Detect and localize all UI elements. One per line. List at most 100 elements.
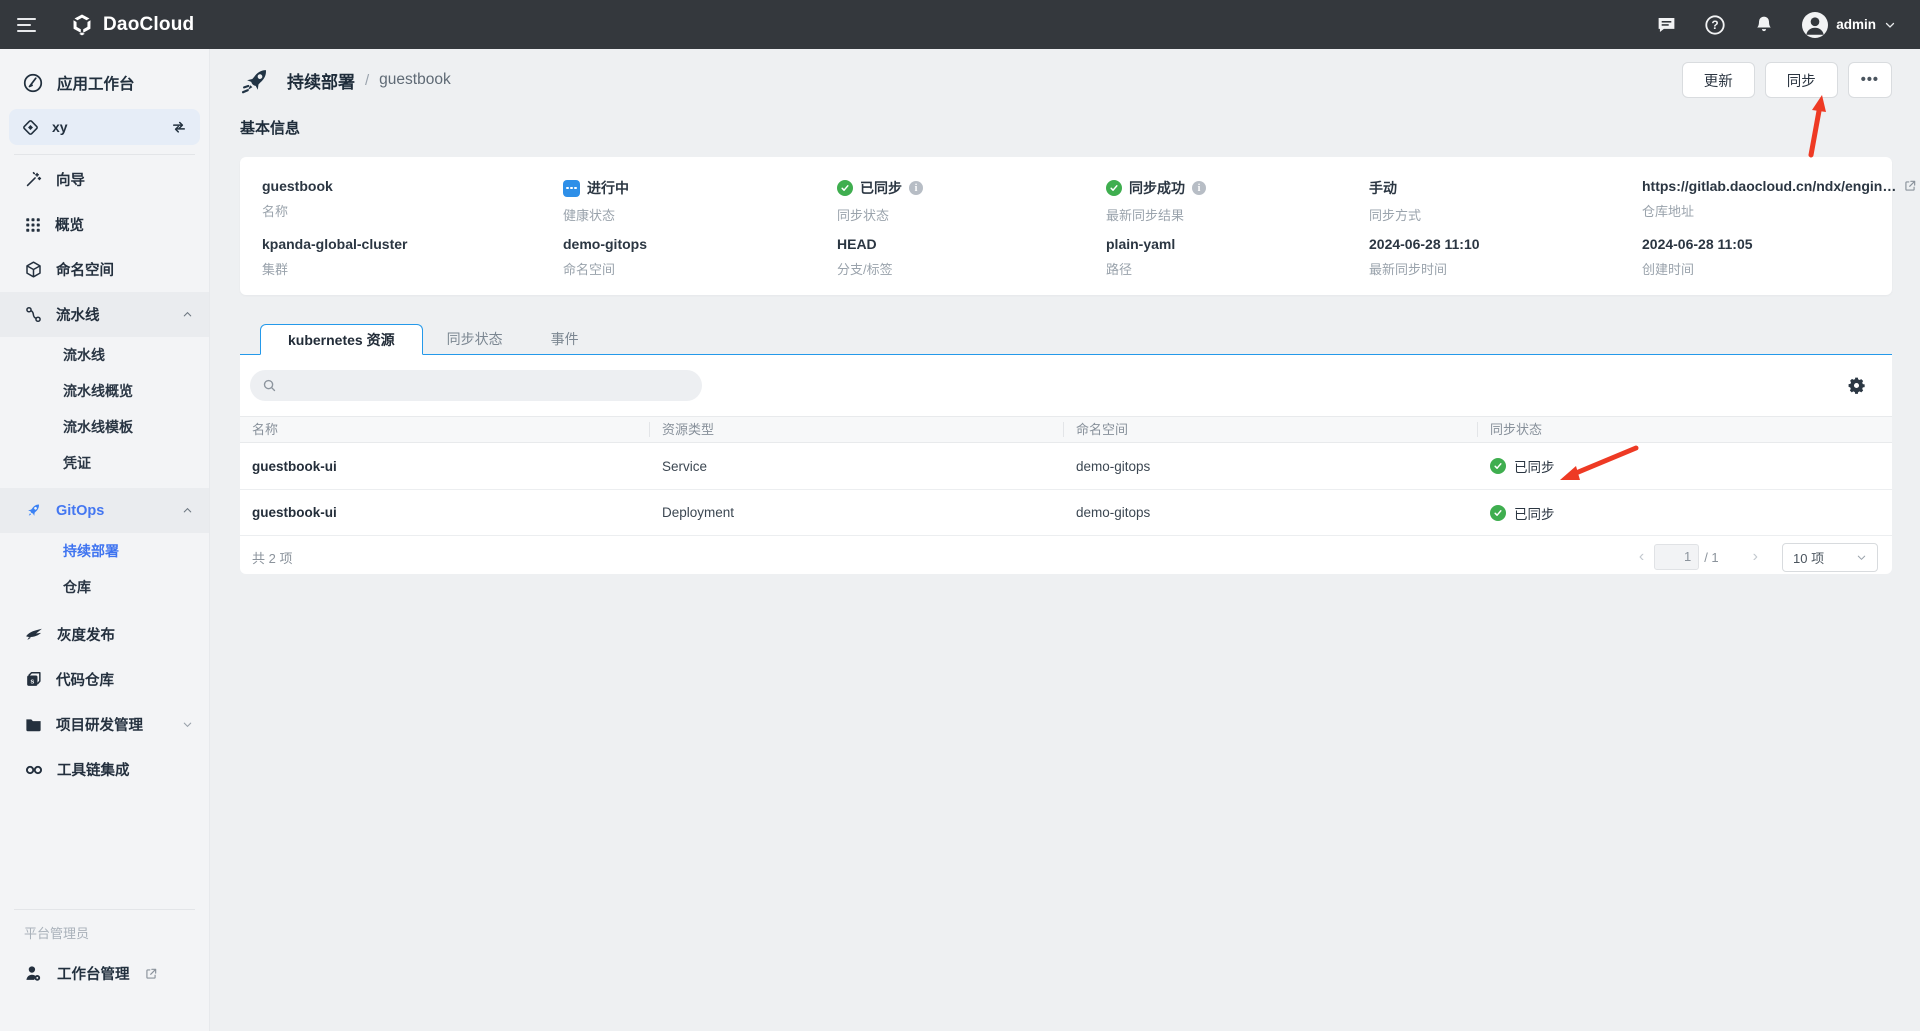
sidebar-item-pipeline[interactable]: 流水线 bbox=[0, 292, 209, 337]
more-actions-button[interactable]: ••• bbox=[1848, 62, 1892, 98]
field-name: guestbook 名称 bbox=[262, 178, 563, 236]
total-count: 共 2 项 bbox=[252, 548, 292, 567]
check-circle-icon bbox=[1490, 458, 1506, 474]
sidebar-item-pipeline-list[interactable]: 流水线 bbox=[0, 337, 209, 373]
sidebar-item-pipeline-template[interactable]: 流水线模板 bbox=[0, 409, 209, 445]
field-path: plain-yaml 路径 bbox=[1106, 236, 1369, 294]
tab-kubernetes-resources[interactable]: kubernetes 资源 bbox=[260, 324, 423, 355]
workspace-icon bbox=[21, 118, 40, 137]
chevron-down-icon bbox=[182, 719, 193, 730]
page-input[interactable]: 1 bbox=[1654, 544, 1699, 570]
main-content: 持续部署 / guestbook 更新 同步 ••• 基本信息 guestboo… bbox=[210, 49, 1920, 1031]
info-icon[interactable]: i bbox=[909, 181, 923, 195]
check-circle-icon bbox=[837, 180, 853, 196]
external-link-icon[interactable] bbox=[1903, 179, 1917, 193]
basic-info-title: 基本信息 bbox=[240, 117, 300, 138]
field-created-time: 2024-06-28 11:05 创建时间 bbox=[1642, 236, 1917, 294]
divider bbox=[14, 909, 195, 910]
col-resource-type[interactable]: 资源类型 bbox=[650, 422, 1064, 437]
search-icon bbox=[262, 378, 277, 393]
sidebar-item-wizard[interactable]: 向导 bbox=[0, 157, 209, 202]
progressing-icon bbox=[563, 180, 580, 197]
workspace-selector[interactable]: xy bbox=[9, 109, 200, 145]
wand-icon bbox=[24, 170, 43, 189]
sidebar-item-gray-release[interactable]: 灰度发布 bbox=[0, 612, 209, 657]
svg-text:s: s bbox=[30, 678, 34, 686]
sidebar-item-toolchain[interactable]: 工具链集成 bbox=[0, 747, 209, 792]
sidebar-item-continuous-deployment[interactable]: 持续部署 bbox=[0, 533, 209, 569]
table-footer: 共 2 项 ‹ 1 / 1 › 10 项 bbox=[240, 536, 1892, 578]
brand-name: DaoCloud bbox=[103, 14, 194, 36]
sidebar-item-workbench-admin[interactable]: 工作台管理 bbox=[24, 963, 209, 984]
chevron-down-icon bbox=[1856, 552, 1867, 563]
tab-sync-status[interactable]: 同步状态 bbox=[423, 323, 527, 354]
basic-info-card: guestbook 名称 进行中 健康状态 已同步 i 同步状态 bbox=[240, 157, 1892, 295]
tab-events[interactable]: 事件 bbox=[527, 323, 603, 354]
next-page-icon[interactable]: › bbox=[1743, 548, 1768, 566]
status-badge: 已同步 bbox=[1514, 503, 1555, 523]
prev-page-icon[interactable]: ‹ bbox=[1629, 548, 1654, 566]
brand-logo[interactable]: DaoCloud bbox=[70, 13, 194, 37]
rocket-icon bbox=[24, 501, 43, 520]
top-navbar: DaoCloud ? bbox=[0, 0, 1920, 49]
col-name[interactable]: 名称 bbox=[240, 422, 650, 437]
divider bbox=[14, 154, 195, 155]
field-namespace: demo-gitops 命名空间 bbox=[563, 236, 837, 294]
field-cluster: kpanda-global-cluster 集群 bbox=[262, 236, 563, 294]
pipeline-icon bbox=[24, 305, 43, 324]
chevron-up-icon bbox=[182, 309, 193, 320]
repo-url-link[interactable]: https://gitlab.daocloud.cn/ndx/engin… bbox=[1642, 178, 1896, 194]
sidebar-item-project-mgmt[interactable]: 项目研发管理 bbox=[0, 702, 209, 747]
check-circle-icon bbox=[1106, 180, 1122, 196]
col-sync-status[interactable]: 同步状态 bbox=[1478, 422, 1892, 437]
sync-button[interactable]: 同步 bbox=[1765, 62, 1838, 98]
switch-workspace-icon[interactable] bbox=[170, 118, 188, 136]
table-settings-gear-icon[interactable] bbox=[1847, 376, 1866, 395]
page-total: / 1 bbox=[1704, 550, 1718, 565]
sidebar-header-workbench: 应用工作台 bbox=[22, 65, 209, 101]
app-rocket-icon bbox=[240, 64, 273, 97]
sidebar-item-gitops[interactable]: GitOps bbox=[0, 488, 209, 533]
sidebar-item-pipeline-overview[interactable]: 流水线概览 bbox=[0, 373, 209, 409]
breadcrumb-separator: / bbox=[365, 72, 369, 89]
bird-icon bbox=[24, 625, 44, 645]
col-namespace[interactable]: 命名空间 bbox=[1064, 422, 1478, 437]
feedback-icon[interactable] bbox=[1655, 14, 1677, 36]
menu-toggle-icon[interactable] bbox=[0, 0, 52, 49]
sidebar-item-namespace[interactable]: 命名空间 bbox=[0, 247, 209, 292]
search-input-wrapper[interactable] bbox=[250, 370, 702, 401]
avatar bbox=[1802, 12, 1828, 38]
sidebar-item-overview[interactable]: 概览 bbox=[0, 202, 209, 247]
help-icon[interactable]: ? bbox=[1704, 14, 1726, 36]
sidebar-item-credentials[interactable]: 凭证 bbox=[0, 445, 209, 481]
table-row[interactable]: guestbook-ui Deployment demo-gitops 已同步 bbox=[240, 490, 1892, 536]
daocloud-logo-icon bbox=[70, 13, 94, 37]
sidebar-header-label: 应用工作台 bbox=[57, 72, 135, 94]
cube-icon bbox=[24, 260, 43, 279]
sidebar-item-repository[interactable]: 仓库 bbox=[0, 569, 209, 605]
infinity-icon bbox=[24, 760, 44, 780]
admin-user-icon bbox=[24, 964, 43, 983]
table-row[interactable]: guestbook-ui Service demo-gitops 已同步 bbox=[240, 443, 1892, 490]
search-input[interactable] bbox=[285, 378, 665, 393]
external-link-icon bbox=[144, 967, 158, 981]
field-repo-url: https://gitlab.daocloud.cn/ndx/engin… 仓库… bbox=[1642, 178, 1917, 236]
info-icon[interactable]: i bbox=[1192, 181, 1206, 195]
field-sync-status: 已同步 i 同步状态 bbox=[837, 178, 1106, 236]
status-badge: 已同步 bbox=[1514, 456, 1555, 476]
breadcrumb-section[interactable]: 持续部署 bbox=[287, 68, 355, 93]
page-size-select[interactable]: 10 项 bbox=[1782, 543, 1878, 572]
tab-bar: kubernetes 资源 同步状态 事件 bbox=[240, 323, 1892, 355]
field-last-sync-result: 同步成功 i 最新同步结果 bbox=[1106, 178, 1369, 236]
svg-text:?: ? bbox=[1712, 18, 1719, 32]
user-menu[interactable]: admin bbox=[1802, 12, 1896, 38]
workbench-icon bbox=[22, 72, 44, 94]
update-button[interactable]: 更新 bbox=[1682, 62, 1755, 98]
field-last-sync-time: 2024-06-28 11:10 最新同步时间 bbox=[1369, 236, 1642, 294]
daocloud-app: DaoCloud ? bbox=[0, 0, 1920, 1031]
username-label: admin bbox=[1836, 17, 1876, 32]
notifications-bell-icon[interactable] bbox=[1753, 14, 1775, 36]
code-repo-icon: s bbox=[24, 670, 43, 689]
chevron-down-icon bbox=[1884, 19, 1896, 31]
sidebar-item-code-repo[interactable]: s 代码仓库 bbox=[0, 657, 209, 702]
